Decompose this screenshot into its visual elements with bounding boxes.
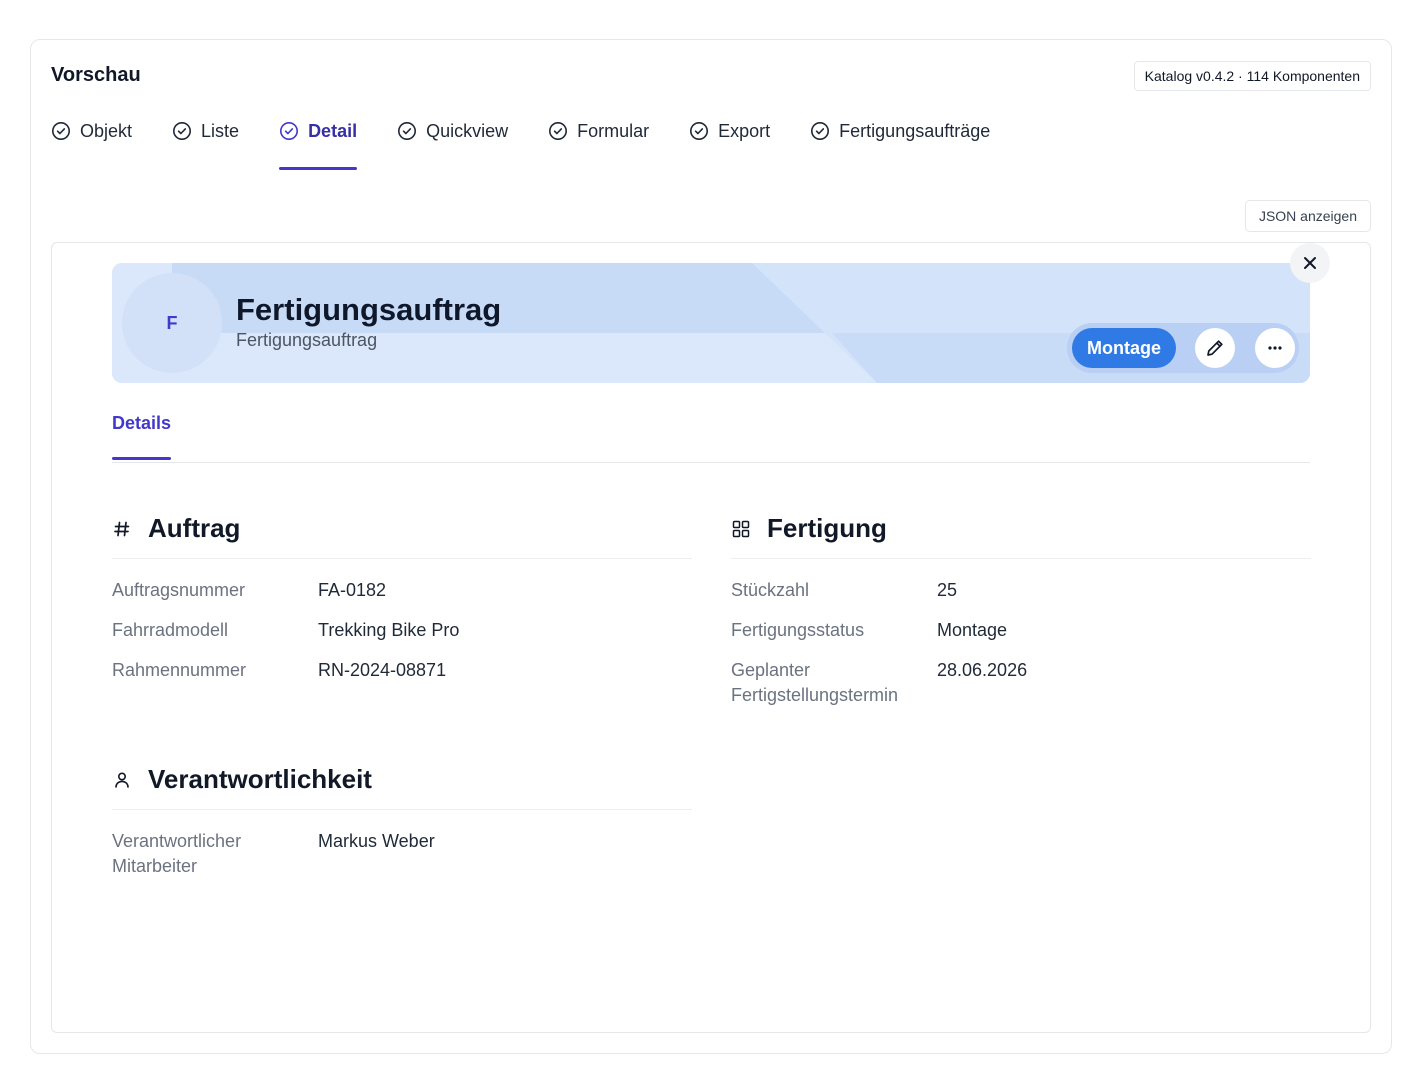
- close-button[interactable]: [1290, 243, 1330, 283]
- field-label: Stückzahl: [731, 580, 810, 600]
- hash-icon: [112, 519, 132, 539]
- field-label: Fertigungsstatus: [731, 620, 865, 640]
- detail-tabs: Details: [112, 403, 1310, 463]
- tab-fertigungsauftraege[interactable]: Fertigungsaufträge: [810, 114, 990, 148]
- section-header: Auftrag: [112, 499, 692, 559]
- more-horizontal-icon: [1265, 338, 1285, 358]
- field-row: Rahmennummer RN-2024-08871: [112, 658, 692, 683]
- grid-icon: [731, 519, 751, 539]
- tab-label: Fertigungsaufträge: [839, 120, 991, 141]
- section-fertigung: Fertigung Stückzahl 25 Fertigungsstatus …: [731, 499, 1311, 723]
- section-title: Verantwortlichkeit: [148, 764, 372, 794]
- tab-objekt[interactable]: Objekt: [51, 114, 132, 148]
- field-row: Verantwortlicher Mitarbeiter Markus Webe…: [112, 829, 692, 879]
- tab-label: Objekt: [80, 120, 133, 141]
- json-button[interactable]: JSON anzeigen: [1244, 200, 1371, 232]
- field-row: Fahrradmodell Trekking Bike Pro: [112, 618, 692, 643]
- detail-panel: F Fertigungsauftrag Fertigungsauftrag Mo…: [51, 242, 1371, 1033]
- field-row: Auftragsnummer FA-0182: [112, 578, 692, 603]
- field-value: Markus Weber: [318, 831, 435, 851]
- field-row: Stückzahl 25: [731, 578, 1311, 603]
- action-group: Montage: [1067, 323, 1299, 373]
- field-value: RN-2024-08871: [318, 660, 447, 680]
- check-circle-icon: [279, 121, 299, 141]
- status-badge[interactable]: Montage: [1072, 328, 1176, 368]
- more-button[interactable]: [1255, 328, 1295, 368]
- check-circle-icon: [810, 121, 830, 141]
- tab-quickview[interactable]: Quickview: [397, 114, 508, 148]
- tab-details[interactable]: Details: [112, 413, 172, 460]
- section-title: Auftrag: [148, 513, 241, 543]
- section-header: Fertigung: [731, 499, 1311, 559]
- field-value: Trekking Bike Pro: [318, 620, 460, 640]
- edit-button[interactable]: [1195, 328, 1235, 368]
- tab-label: Export: [718, 120, 771, 141]
- field-value: 25: [937, 580, 958, 600]
- avatar: F: [122, 273, 222, 373]
- tab-label: Liste: [201, 120, 240, 141]
- field-label: Rahmennummer: [112, 660, 247, 680]
- field-label: Fahrradmodell: [112, 620, 229, 640]
- close-icon: [1302, 255, 1318, 271]
- tab-formular[interactable]: Formular: [548, 114, 649, 148]
- pencil-icon: [1205, 338, 1225, 358]
- field-label: Auftragsnummer: [112, 580, 246, 600]
- tab-label: Formular: [577, 120, 650, 141]
- check-circle-icon: [548, 121, 568, 141]
- user-icon: [112, 770, 132, 790]
- record-title: Fertigungsauftrag: [236, 292, 502, 327]
- field-value: FA-0182: [318, 580, 387, 600]
- page-title: Vorschau: [51, 64, 141, 86]
- check-circle-icon: [397, 121, 417, 141]
- record-subtitle: Fertigungsauftrag: [236, 330, 378, 350]
- field-value: 28.06.2026: [937, 660, 1028, 680]
- check-circle-icon: [689, 121, 709, 141]
- field-label: Geplanter Fertigstellungstermin: [731, 660, 899, 705]
- catalog-badge: Katalog v0.4.2 · 114 Komponenten: [1133, 61, 1371, 91]
- field-row: Fertigungsstatus Montage: [731, 618, 1311, 643]
- field-value: Montage: [937, 620, 1008, 640]
- section-auftrag: Auftrag Auftragsnummer FA-0182 Fahrradmo…: [112, 499, 692, 698]
- field-label: Verantwortlicher Mitarbeiter: [112, 831, 242, 876]
- section-header: Verantwortlichkeit: [112, 750, 692, 810]
- field-row: Geplanter Fertigstellungstermin 28.06.20…: [731, 658, 1311, 708]
- check-circle-icon: [172, 121, 192, 141]
- tab-label: Detail: [308, 120, 358, 141]
- view-tabs: Objekt Liste Detail Quickview Formular E…: [51, 114, 1030, 170]
- section-verantwortlichkeit: Verantwortlichkeit Verantwortlicher Mita…: [112, 750, 692, 894]
- check-circle-icon: [51, 121, 71, 141]
- section-title: Fertigung: [767, 513, 887, 543]
- preview-frame: Vorschau Katalog v0.4.2 · 114 Komponente…: [30, 39, 1392, 1054]
- detail-header: F Fertigungsauftrag Fertigungsauftrag Mo…: [112, 263, 1310, 383]
- tab-liste[interactable]: Liste: [172, 114, 239, 148]
- tab-label: Quickview: [426, 120, 509, 141]
- tab-detail[interactable]: Detail: [279, 114, 358, 170]
- tab-export[interactable]: Export: [689, 114, 770, 148]
